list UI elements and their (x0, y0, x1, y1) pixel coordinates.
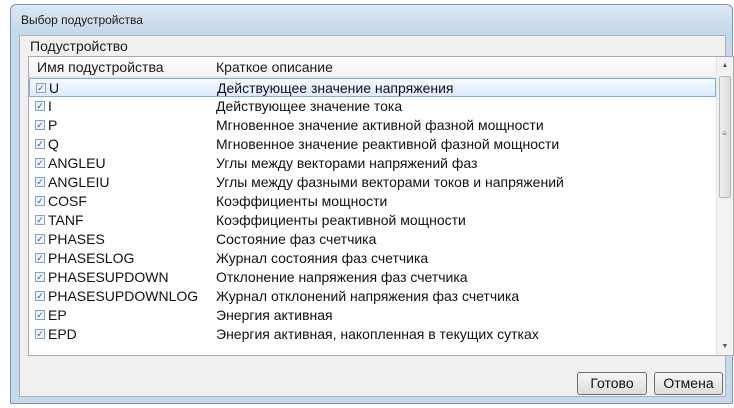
dialog-body: Подустройство Имя подустройства Краткое … (19, 35, 734, 397)
checkmark-icon: ✓ (36, 215, 44, 225)
list-row[interactable]: ✓ TANF Коэффициенты реактивной мощности (29, 211, 716, 230)
row-name: PHASES (48, 231, 105, 247)
list-row[interactable]: ✓ P Мгновенное значение активной фазной мо… (29, 116, 716, 135)
checkmark-icon: ✓ (36, 101, 44, 111)
row-name: EP (48, 307, 67, 323)
cancel-button[interactable]: Отмена (654, 372, 723, 395)
row-name: P (48, 117, 58, 133)
row-name: I (48, 98, 52, 114)
checkmark-icon: ✓ (36, 234, 44, 244)
checkmark-icon: ✓ (36, 120, 44, 130)
checkmark-icon: ✓ (36, 177, 44, 187)
arrow-down-icon: ▼ (721, 343, 729, 350)
checkmark-icon: ✓ (36, 272, 44, 282)
row-description: Состояние фаз счетчика (216, 231, 377, 247)
row-name: PHASESLOG (48, 250, 135, 266)
list-row[interactable]: ✓ EP Энергия активная (29, 306, 716, 325)
scroll-up-button[interactable]: ▲ (717, 57, 733, 74)
list-row[interactable]: ✓ PHASESUPDOWN Отклонение напряжения фаз с… (29, 268, 716, 287)
checkmark-icon: ✓ (37, 83, 45, 93)
row-description: Действующее значение напряжения (217, 80, 454, 96)
scroll-thumb[interactable]: ≡ (719, 76, 731, 198)
subdevice-list[interactable]: Имя подустройства Краткое описание ✓ U Дей… (28, 56, 734, 356)
row-checkbox[interactable]: ✓ (35, 177, 45, 187)
row-checkbox[interactable]: ✓ (35, 291, 45, 301)
window-title: Выбор подустройства (21, 13, 143, 27)
row-description: Мгновенное значение активной фазной мощн… (216, 117, 544, 133)
row-description: Энергия активная (216, 307, 333, 323)
column-header-name[interactable]: Имя подустройства (37, 59, 164, 75)
checkmark-icon: ✓ (36, 196, 44, 206)
dialog-window: Выбор подустройства Подустройство Имя по… (10, 4, 734, 404)
row-name: PHASESUPDOWNLOG (48, 288, 199, 304)
row-description: Журнал отклонений напряжения фаз счетчик… (216, 288, 520, 304)
title-bar[interactable]: Выбор подустройства (11, 5, 732, 35)
row-description: Мгновенное значение реактивной фазной мо… (216, 136, 560, 152)
arrow-up-icon: ▲ (721, 62, 729, 69)
scroll-down-button[interactable]: ▼ (717, 338, 733, 355)
row-checkbox[interactable]: ✓ (35, 196, 45, 206)
list-row[interactable]: ✓ PHASESLOG Журнал состояния фаз счетчика (29, 249, 716, 268)
row-description: Углы между фазными векторами токов и нап… (216, 174, 564, 190)
row-checkbox[interactable]: ✓ (35, 253, 45, 263)
checkmark-icon: ✓ (36, 329, 44, 339)
row-name: TANF (48, 212, 84, 228)
row-checkbox[interactable]: ✓ (35, 120, 45, 130)
row-name: U (49, 80, 60, 96)
row-description: Действующее значение тока (216, 98, 403, 114)
checkmark-icon: ✓ (36, 139, 44, 149)
grip-icon: ≡ (722, 129, 727, 138)
list-row[interactable]: ✓ Q Мгновенное значение реактивной фазной … (29, 135, 716, 154)
list-row[interactable]: ✓ I Действующее значение тока (29, 97, 716, 116)
checkmark-icon: ✓ (36, 310, 44, 320)
list-row[interactable]: ✓ ANGLEIU Углы между фазными векторами ток… (29, 173, 716, 192)
list-row[interactable]: ✓ COSF Коэффициенты мощности (29, 192, 716, 211)
row-checkbox[interactable]: ✓ (35, 158, 45, 168)
row-checkbox[interactable]: ✓ (35, 234, 45, 244)
row-checkbox[interactable]: ✓ (35, 101, 45, 111)
row-checkbox[interactable]: ✓ (35, 139, 45, 149)
row-name: ANGLEIU (48, 174, 110, 190)
list-row[interactable]: ✓ PHASESUPDOWNLOG Журнал отклонений напряж… (29, 287, 716, 306)
list-row[interactable]: ✓ PHASES Состояние фаз счетчика (29, 230, 716, 249)
row-name: Q (48, 136, 59, 152)
row-checkbox[interactable]: ✓ (35, 329, 45, 339)
list-header: Имя подустройства Краткое описание (29, 57, 716, 78)
row-description: Отклонение напряжения фаз счетчика (216, 269, 468, 285)
row-name: EPD (48, 326, 77, 342)
list-row[interactable]: ✓ ANGLEU Углы между векторами напряжений ф… (29, 154, 716, 173)
group-title: Подустройство (30, 38, 128, 54)
row-description: Углы между векторами напряжений фаз (216, 155, 478, 171)
list-row[interactable]: ✓ EPD Энергия активная, накопленная в теку… (29, 325, 716, 344)
checkmark-icon: ✓ (36, 291, 44, 301)
list-row[interactable]: ✓ U Действующее значение напряжения (29, 78, 716, 97)
row-checkbox[interactable]: ✓ (35, 310, 45, 320)
checkmark-icon: ✓ (36, 158, 44, 168)
checkmark-icon: ✓ (36, 253, 44, 263)
row-description: Энергия активная, накопленная в текущих … (216, 326, 539, 342)
row-checkbox[interactable]: ✓ (35, 215, 45, 225)
vertical-scrollbar[interactable]: ▲ ≡ ▼ (716, 57, 733, 355)
row-checkbox[interactable]: ✓ (35, 272, 45, 282)
row-name: PHASESUPDOWN (48, 269, 169, 285)
row-name: COSF (48, 193, 87, 209)
ok-button[interactable]: Готово (577, 372, 647, 395)
column-header-description[interactable]: Краткое описание (216, 59, 333, 75)
row-description: Коэффициенты мощности (216, 193, 388, 209)
row-description: Коэффициенты реактивной мощности (216, 212, 466, 228)
row-checkbox[interactable]: ✓ (36, 83, 46, 93)
row-description: Журнал состояния фаз счетчика (216, 250, 429, 266)
row-name: ANGLEU (48, 155, 106, 171)
